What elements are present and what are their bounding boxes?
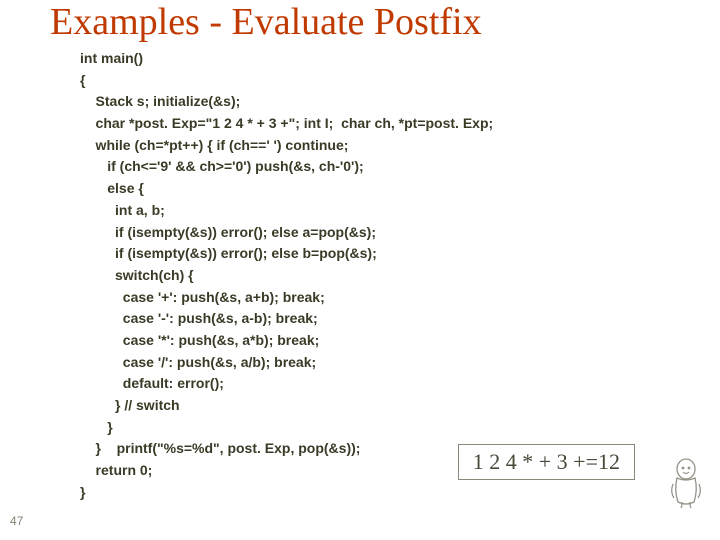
slide-title: Examples - Evaluate Postfix [50,0,482,44]
code-block: int main() { Stack s; initialize(&s); ch… [80,48,493,503]
slide: Examples - Evaluate Postfix int main() {… [0,0,720,540]
result-box: 1 2 4 * + 3 +=12 [458,444,635,480]
logo-icon [664,456,708,508]
slide-number: 47 [10,514,23,528]
